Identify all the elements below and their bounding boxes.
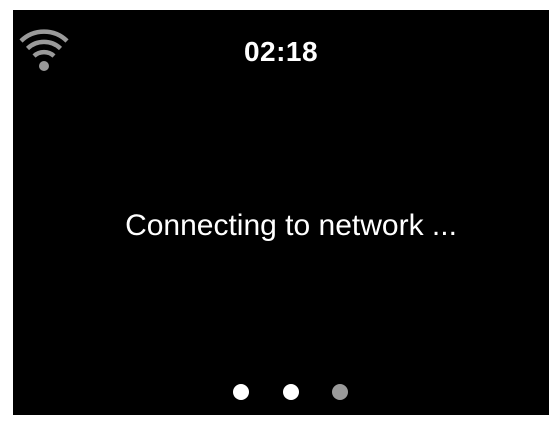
radio-display: 02:18 Connecting to network ... xyxy=(13,10,549,415)
progress-dot-2 xyxy=(283,384,299,400)
status-message: Connecting to network ... xyxy=(125,209,457,242)
progress-dot-1 xyxy=(233,384,249,400)
clock-time: 02:18 xyxy=(243,36,319,67)
progress-indicator xyxy=(13,384,549,404)
progress-dot-3 xyxy=(332,384,348,400)
device-frame: 02:18 Connecting to network ... xyxy=(0,0,560,423)
